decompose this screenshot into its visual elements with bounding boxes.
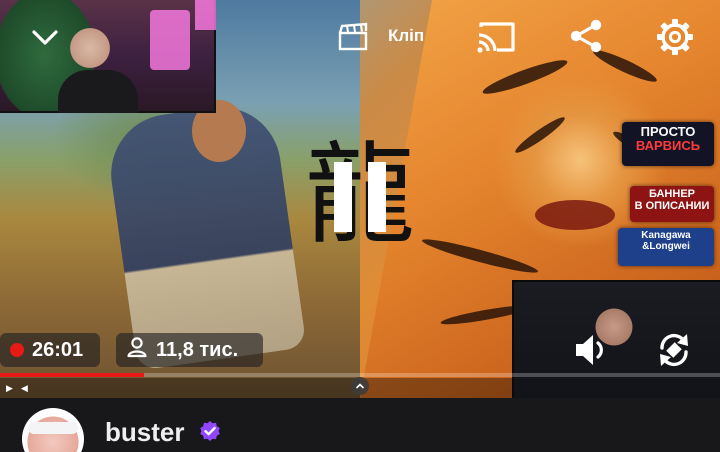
clip-button-label[interactable]: Кліп: [388, 26, 424, 46]
embedded-play-icon: ▶: [6, 382, 13, 393]
video-player[interactable]: 龍 ПРОСТО ВАРВИСЬ БАННЕР В ОПИСАНИИ Kanag…: [0, 0, 720, 398]
live-time: 26:01: [32, 338, 84, 361]
ad-tile-banner[interactable]: БАННЕР В ОПИСАНИИ: [630, 186, 714, 222]
ad-tile-line: ВАРВИСЬ: [635, 137, 701, 153]
rotate-icon[interactable]: [654, 330, 694, 370]
ad-tile-line: В ОПИСАНИИ: [634, 199, 710, 212]
progress-fill: [0, 373, 144, 377]
embedded-volume-icon: ◀: [20, 382, 28, 393]
ad-tile-line: БАННЕР: [649, 188, 695, 200]
ad-tile-line: Kanagawa: [641, 230, 691, 241]
viewer-count-badge: 11,8 тис.: [116, 333, 263, 367]
channel-name[interactable]: buster: [105, 417, 184, 448]
live-time-badge: 26:01: [0, 333, 100, 367]
ad-tile-line: ПРОСТО: [640, 124, 696, 139]
streamer-webcam: [0, 0, 216, 113]
cast-icon[interactable]: [474, 18, 518, 56]
viewer-icon: [126, 336, 148, 364]
settings-icon[interactable]: [654, 16, 696, 58]
pause-icon[interactable]: [330, 162, 390, 232]
ad-tile-line: &Longwei: [642, 240, 690, 252]
ad-tile-product[interactable]: Kanagawa &Longwei: [618, 228, 714, 266]
share-icon[interactable]: [566, 16, 606, 56]
chevron-up-icon[interactable]: [351, 377, 369, 395]
avatar[interactable]: [22, 408, 84, 452]
live-indicator-icon: [10, 343, 24, 357]
ad-tile-promo[interactable]: ПРОСТО ВАРВИСЬ: [622, 122, 714, 166]
volume-icon[interactable]: [572, 330, 612, 370]
verified-icon: [199, 420, 221, 442]
chevron-down-icon[interactable]: [28, 24, 62, 52]
viewer-count: 11,8 тис.: [156, 338, 239, 361]
embedded-player-controls: ▶ ◀: [0, 378, 512, 398]
clip-icon[interactable]: [336, 20, 370, 54]
